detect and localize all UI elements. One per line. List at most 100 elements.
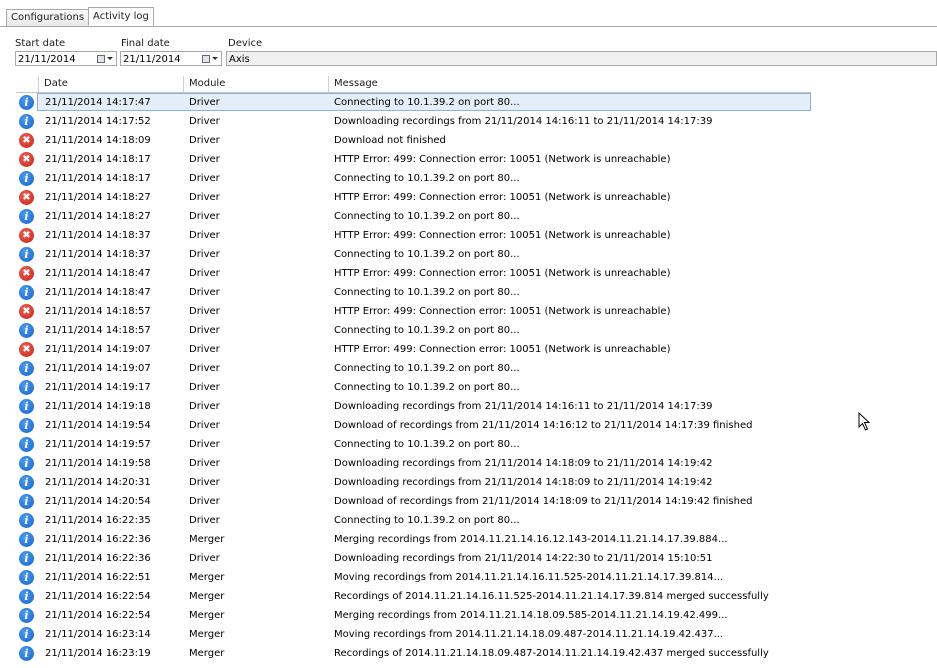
table-row[interactable]: i 21/11/2014 14:19:57 Driver Connecting to … [16, 435, 811, 454]
error-icon: ✖ [19, 133, 34, 148]
device-field[interactable]: Axis [226, 51, 937, 66]
table-row[interactable]: ✖ 21/11/2014 14:18:17 Driver HTTP Error: 49… [16, 150, 811, 169]
row-date: 21/11/2014 14:18:47 [45, 287, 151, 298]
row-message: Download of recordings from 21/11/2014 1… [334, 420, 753, 431]
table-header: Date Module Message [16, 76, 811, 93]
table-row[interactable]: i 21/11/2014 14:19:07 Driver Connecting to … [16, 359, 811, 378]
tab-bar: Configurations Activity log [6, 7, 154, 27]
table-row[interactable]: i 21/11/2014 14:18:17 Driver Connecting to … [16, 169, 811, 188]
row-date: 21/11/2014 14:18:37 [45, 230, 151, 241]
table-row[interactable]: ✖ 21/11/2014 14:18:37 Driver HTTP Error: 49… [16, 226, 811, 245]
final-date-picker[interactable]: 21/11/2014 [120, 51, 222, 66]
info-icon: i [19, 570, 34, 585]
row-module: Driver [189, 173, 220, 184]
row-module: Driver [189, 458, 220, 469]
row-message: Downloading recordings from 21/11/2014 1… [334, 458, 713, 469]
row-date: 21/11/2014 14:19:18 [45, 401, 151, 412]
row-message: Connecting to 10.1.39.2 on port 80... [334, 325, 520, 336]
column-header-message[interactable]: Message [328, 76, 811, 92]
row-date: 21/11/2014 14:20:54 [45, 496, 151, 507]
calendar-icon [202, 54, 210, 63]
table-row[interactable]: i 21/11/2014 14:17:47 Driver Connecting to … [16, 93, 811, 112]
row-message: Merging recordings from 2014.11.21.14.16… [334, 534, 728, 545]
row-message: HTTP Error: 499: Connection error: 10051… [334, 192, 671, 203]
table-row[interactable]: i 21/11/2014 14:18:37 Driver Connecting to … [16, 245, 811, 264]
row-date: 21/11/2014 14:18:57 [45, 325, 151, 336]
row-module: Driver [189, 420, 220, 431]
tab-activity-log[interactable]: Activity log [88, 7, 154, 26]
info-icon: i [19, 95, 34, 110]
table-row[interactable]: i 21/11/2014 16:22:51 Merger Moving recordi… [16, 568, 811, 587]
row-date: 21/11/2014 14:18:09 [45, 135, 151, 146]
row-date: 21/11/2014 14:17:52 [45, 116, 151, 127]
info-icon: i [19, 608, 34, 623]
info-icon: i [19, 627, 34, 642]
row-date: 21/11/2014 14:18:47 [45, 268, 151, 279]
table-row[interactable]: i 21/11/2014 14:20:54 Driver Download of re… [16, 492, 811, 511]
device-value: Axis [229, 54, 250, 65]
table-row[interactable]: i 21/11/2014 16:23:19 Merger Recordings of … [16, 644, 811, 663]
chevron-down-icon [107, 57, 113, 60]
calendar-icon [97, 54, 105, 63]
table-row[interactable]: i 21/11/2014 16:22:54 Merger Merging record… [16, 606, 811, 625]
row-message: Downloading recordings from 21/11/2014 1… [334, 401, 713, 412]
table-row[interactable]: ✖ 21/11/2014 14:19:07 Driver HTTP Error: 49… [16, 340, 811, 359]
tab-configurations[interactable]: Configurations [6, 9, 89, 27]
info-icon: i [19, 323, 34, 338]
row-module: Merger [189, 610, 225, 621]
row-date: 21/11/2014 14:19:07 [45, 344, 151, 355]
row-date: 21/11/2014 14:18:27 [45, 211, 151, 222]
info-icon: i [19, 456, 34, 471]
row-module: Driver [189, 477, 220, 488]
info-icon: i [19, 551, 34, 566]
info-icon: i [19, 380, 34, 395]
row-message: Merging recordings from 2014.11.21.14.18… [334, 610, 728, 621]
error-icon: ✖ [19, 190, 34, 205]
table-row[interactable]: i 21/11/2014 16:22:36 Driver Downloading re… [16, 549, 811, 568]
start-date-calendar-button[interactable] [95, 53, 115, 64]
row-message: Downloading recordings from 21/11/2014 1… [334, 116, 713, 127]
table-row[interactable]: i 21/11/2014 16:22:36 Merger Merging record… [16, 530, 811, 549]
row-module: Driver [189, 439, 220, 450]
info-icon: i [19, 437, 34, 452]
column-header-date[interactable]: Date [38, 76, 183, 92]
table-row[interactable]: ✖ 21/11/2014 14:18:57 Driver HTTP Error: 49… [16, 302, 811, 321]
table-row[interactable]: i 21/11/2014 14:18:57 Driver Connecting to … [16, 321, 811, 340]
row-date: 21/11/2014 14:18:57 [45, 306, 151, 317]
row-module: Driver [189, 325, 220, 336]
row-date: 21/11/2014 16:22:35 [45, 515, 151, 526]
table-row[interactable]: ✖ 21/11/2014 14:18:27 Driver HTTP Error: 49… [16, 188, 811, 207]
info-icon: i [19, 247, 34, 262]
table-row[interactable]: i 21/11/2014 14:19:54 Driver Download of re… [16, 416, 811, 435]
row-message: Moving recordings from 2014.11.21.14.18.… [334, 629, 724, 640]
table-row[interactable]: i 21/11/2014 14:19:17 Driver Connecting to … [16, 378, 811, 397]
info-icon: i [19, 494, 34, 509]
info-icon: i [19, 589, 34, 604]
table-row[interactable]: i 21/11/2014 14:20:31 Driver Downloading re… [16, 473, 811, 492]
table-row[interactable]: ✖ 21/11/2014 14:18:09 Driver Download not f… [16, 131, 811, 150]
row-message: HTTP Error: 499: Connection error: 10051… [334, 268, 671, 279]
final-date-calendar-button[interactable] [200, 53, 220, 64]
row-module: Driver [189, 306, 220, 317]
row-date: 21/11/2014 14:20:31 [45, 477, 151, 488]
row-module: Merger [189, 534, 225, 545]
row-message: Connecting to 10.1.39.2 on port 80... [334, 249, 520, 260]
table-row[interactable]: ✖ 21/11/2014 14:18:47 Driver HTTP Error: 49… [16, 264, 811, 283]
row-message: Connecting to 10.1.39.2 on port 80... [334, 382, 520, 393]
row-module: Merger [189, 629, 225, 640]
table-row[interactable]: i 21/11/2014 16:23:14 Merger Moving recordi… [16, 625, 811, 644]
table-row[interactable]: i 21/11/2014 14:18:27 Driver Connecting to … [16, 207, 811, 226]
column-header-module[interactable]: Module [183, 76, 328, 92]
row-message: Connecting to 10.1.39.2 on port 80... [334, 515, 520, 526]
table-row[interactable]: i 21/11/2014 16:22:35 Driver Connecting to … [16, 511, 811, 530]
row-message: Recordings of 2014.11.21.14.18.09.487-20… [334, 648, 769, 659]
row-date: 21/11/2014 14:19:54 [45, 420, 151, 431]
table-row[interactable]: i 21/11/2014 14:17:52 Driver Downloading re… [16, 112, 811, 131]
table-row[interactable]: i 21/11/2014 14:19:58 Driver Downloading re… [16, 454, 811, 473]
row-message: Downloading recordings from 21/11/2014 1… [334, 553, 713, 564]
table-row[interactable]: i 21/11/2014 14:19:18 Driver Downloading re… [16, 397, 811, 416]
row-date: 21/11/2014 14:19:57 [45, 439, 151, 450]
table-row[interactable]: i 21/11/2014 14:18:47 Driver Connecting to … [16, 283, 811, 302]
table-row[interactable]: i 21/11/2014 16:22:54 Merger Recordings of … [16, 587, 811, 606]
start-date-picker[interactable]: 21/11/2014 [15, 51, 117, 66]
